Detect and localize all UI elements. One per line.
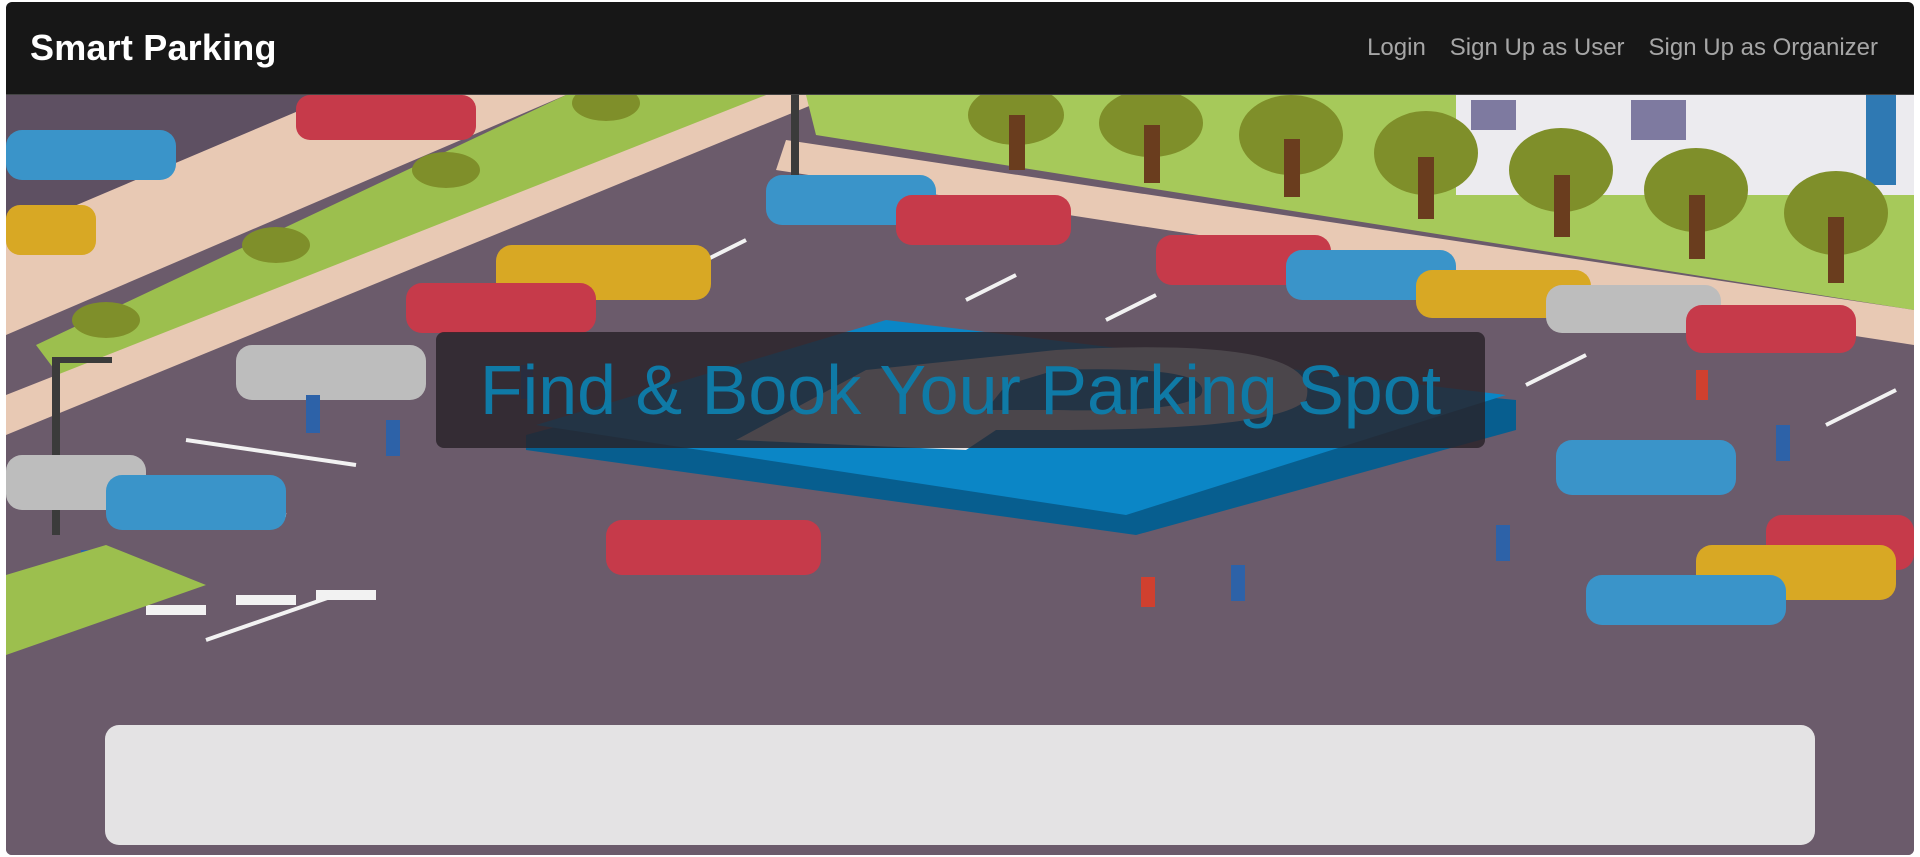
signup-organizer-link[interactable]: Sign Up as Organizer (1649, 34, 1878, 62)
search-panel (105, 725, 1815, 845)
hero-section: Find & Book Your Parking Spot (6, 95, 1914, 855)
brand-logo[interactable]: Smart Parking (30, 27, 277, 69)
hero-headline: Find & Book Your Parking Spot (479, 351, 1442, 429)
navbar: Smart Parking Login Sign Up as User Sign… (6, 2, 1914, 95)
login-link[interactable]: Login (1367, 34, 1426, 62)
hero-headline-box: Find & Book Your Parking Spot (436, 332, 1485, 448)
signup-user-link[interactable]: Sign Up as User (1450, 34, 1625, 62)
app-frame: Smart Parking Login Sign Up as User Sign… (6, 2, 1914, 855)
nav-links: Login Sign Up as User Sign Up as Organiz… (1367, 34, 1878, 62)
